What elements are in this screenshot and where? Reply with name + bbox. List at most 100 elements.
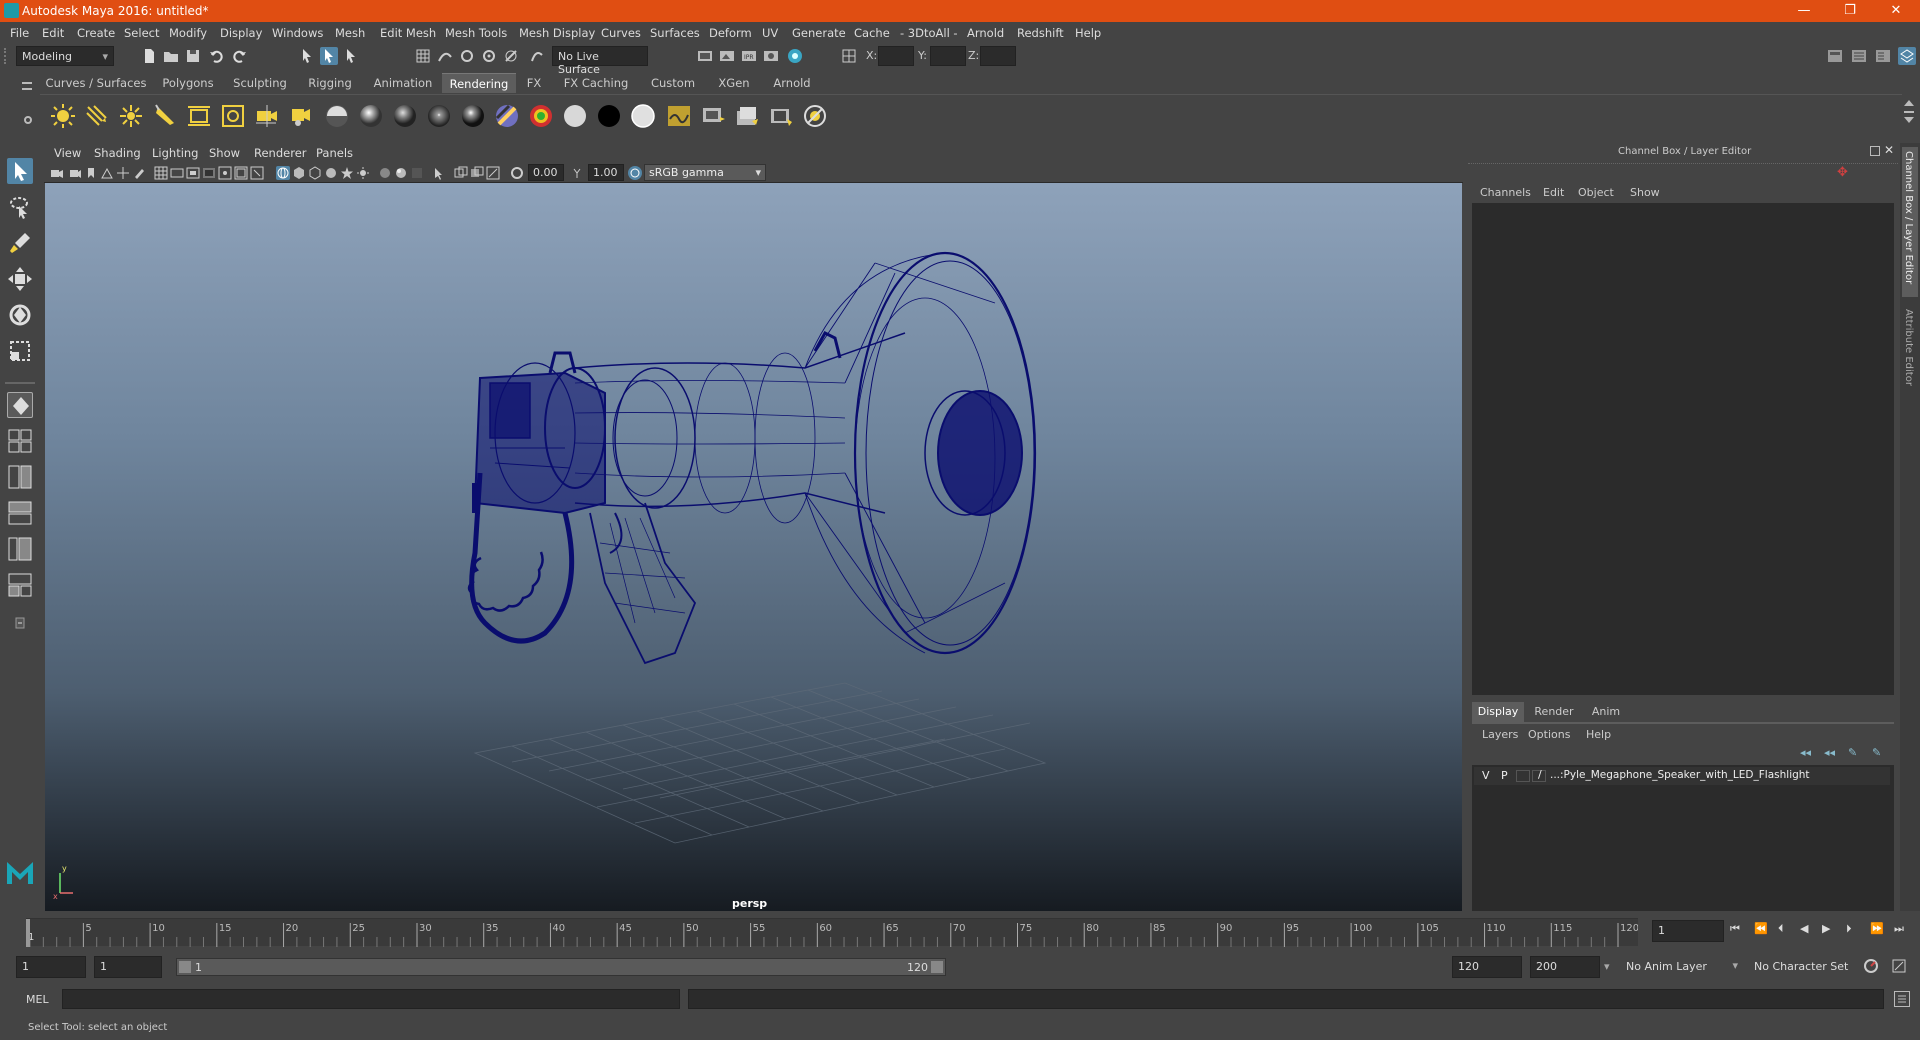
- ipr-render-icon[interactable]: IPR: [740, 47, 758, 65]
- select-camera-icon[interactable]: [50, 166, 64, 180]
- color-management-icon[interactable]: [628, 166, 642, 180]
- current-frame-field[interactable]: 1: [1652, 920, 1724, 942]
- close-panel-icon[interactable]: ✕: [1884, 143, 1894, 157]
- camera-icon[interactable]: [254, 103, 280, 129]
- shelf-tab-polygons[interactable]: Polygons: [152, 73, 224, 93]
- viewport-menu-show[interactable]: Show: [209, 146, 240, 160]
- gamma-field[interactable]: 1.00: [588, 164, 624, 181]
- safe-title-icon[interactable]: [250, 166, 264, 180]
- select-tool-icon[interactable]: [7, 158, 33, 184]
- xform-absolute-icon[interactable]: [840, 47, 858, 65]
- channel-box-menu-channels[interactable]: Channels: [1480, 186, 1531, 199]
- move-layer-down-icon[interactable]: ◂◂: [1824, 746, 1835, 759]
- lasso-tool-icon[interactable]: [7, 194, 33, 220]
- end-time-field[interactable]: 200: [1530, 956, 1600, 978]
- image-plane-icon[interactable]: [100, 166, 114, 180]
- snap-view-plane-icon[interactable]: [480, 47, 498, 65]
- menu-edit[interactable]: Edit: [42, 26, 64, 40]
- view-transform-dropdown[interactable]: sRGB gamma ▾: [644, 164, 766, 181]
- menu-set-dropdown[interactable]: Modeling ▾: [16, 46, 114, 66]
- step-forward-frame-icon[interactable]: ⏵: [1846, 922, 1852, 936]
- shelf-tab-sculpting[interactable]: Sculpting: [224, 73, 296, 93]
- menu-create[interactable]: Create: [77, 26, 115, 40]
- field-chart-icon[interactable]: [218, 166, 232, 180]
- shelf-settings-icon[interactable]: [24, 116, 32, 124]
- film-gate-icon[interactable]: [170, 166, 184, 180]
- menu-mesh-tools[interactable]: Mesh Tools: [445, 26, 507, 40]
- scale-tool-icon[interactable]: [7, 338, 33, 364]
- motion-blur-icon[interactable]: [394, 166, 408, 180]
- perspective-viewport[interactable]: y x persp: [45, 183, 1462, 911]
- shelf-tab-arnold[interactable]: Arnold: [762, 73, 822, 93]
- layer-tab-anim[interactable]: Anim: [1582, 702, 1630, 722]
- area-light-icon[interactable]: [186, 103, 212, 129]
- layer-tab-render[interactable]: Render: [1528, 702, 1580, 722]
- scroll-up-icon[interactable]: [1904, 100, 1914, 106]
- snap-grid-icon[interactable]: [414, 47, 432, 65]
- save-scene-icon[interactable]: [184, 47, 202, 65]
- xray-icon[interactable]: [454, 166, 468, 180]
- shelf-menu-icon[interactable]: [22, 82, 32, 90]
- safe-action-icon[interactable]: [234, 166, 248, 180]
- move-tool-icon[interactable]: [7, 266, 33, 292]
- snap-point-icon[interactable]: [458, 47, 476, 65]
- shelf-tab-fx-caching[interactable]: FX Caching: [552, 73, 640, 93]
- current-time-indicator[interactable]: [26, 919, 30, 947]
- layered-shader-icon[interactable]: [494, 103, 520, 129]
- minimize-button[interactable]: —: [1784, 2, 1824, 20]
- textured-icon[interactable]: [324, 166, 338, 180]
- x-field[interactable]: [878, 46, 914, 66]
- shelf-tab-animation[interactable]: Animation: [364, 73, 442, 93]
- layer-menu-help[interactable]: Help: [1586, 728, 1611, 741]
- menu-arnold[interactable]: Arnold: [967, 26, 1004, 40]
- menu-select[interactable]: Select: [124, 26, 159, 40]
- shelf-tab-xgen[interactable]: XGen: [706, 73, 762, 93]
- menu-curves[interactable]: Curves: [601, 26, 641, 40]
- menu-edit-mesh[interactable]: Edit Mesh: [380, 26, 436, 40]
- xray-joints-icon[interactable]: [486, 166, 500, 180]
- tool-settings-toggle-icon[interactable]: [1874, 47, 1892, 65]
- gate-mask-icon[interactable]: [202, 166, 216, 180]
- new-layer-icon[interactable]: ✎: [1848, 746, 1857, 759]
- white-material-icon[interactable]: [630, 103, 656, 129]
- snap-live-icon[interactable]: [502, 47, 520, 65]
- menu-windows[interactable]: Windows: [272, 26, 323, 40]
- viewport-menu-view[interactable]: View: [54, 146, 81, 160]
- shelf-tab-custom[interactable]: Custom: [640, 73, 706, 93]
- animation-preferences-icon[interactable]: [1890, 957, 1908, 975]
- exposure-icon[interactable]: [510, 166, 524, 180]
- persp-outliner-layout-icon[interactable]: [7, 500, 33, 526]
- select-by-hierarchy-icon[interactable]: [298, 47, 316, 65]
- go-to-end-icon[interactable]: ⏭: [1894, 922, 1904, 936]
- lambert-material-icon[interactable]: [324, 103, 350, 129]
- channel-box-menu-edit[interactable]: Edit: [1543, 186, 1564, 199]
- anti-aliasing-icon[interactable]: [410, 166, 424, 180]
- use-background-icon[interactable]: [596, 103, 622, 129]
- layer-tab-display[interactable]: Display: [1472, 702, 1524, 722]
- shelf-tab-rigging[interactable]: Rigging: [296, 73, 364, 93]
- script-editor-icon[interactable]: [1894, 991, 1910, 1007]
- layer-menu-options[interactable]: Options: [1528, 728, 1570, 741]
- volume-light-icon[interactable]: [220, 103, 246, 129]
- render-current-frame-icon[interactable]: [718, 47, 736, 65]
- layer-display-type[interactable]: [1516, 770, 1530, 782]
- viewport-menu-shading[interactable]: Shading: [94, 146, 141, 160]
- menu-generate[interactable]: Generate: [792, 26, 846, 40]
- undo-icon[interactable]: [208, 47, 226, 65]
- render-sequence-icon[interactable]: [700, 103, 726, 129]
- command-input[interactable]: [62, 989, 680, 1009]
- start-time-field[interactable]: 1: [16, 956, 86, 978]
- channel-box-menu-show[interactable]: Show: [1630, 186, 1660, 199]
- grease-pencil-icon[interactable]: [132, 166, 146, 180]
- screen-space-ao-icon[interactable]: [378, 166, 392, 180]
- layer-playback-toggle[interactable]: P: [1501, 769, 1508, 782]
- shelf-tab-rendering[interactable]: Rendering: [442, 73, 516, 93]
- grid-toggle-icon[interactable]: [154, 166, 168, 180]
- menu-display[interactable]: Display: [220, 26, 262, 40]
- y-field[interactable]: [930, 46, 966, 66]
- isolate-select-icon[interactable]: [432, 166, 446, 180]
- rotate-tool-icon[interactable]: [7, 302, 33, 328]
- time-slider[interactable]: 5 10 15 20 25 30 35 40 45 50 55 60 65 70 75 80 85 90 95 100…: [26, 918, 1639, 947]
- directional-light-icon[interactable]: [84, 103, 110, 129]
- make-live-icon[interactable]: [528, 47, 546, 65]
